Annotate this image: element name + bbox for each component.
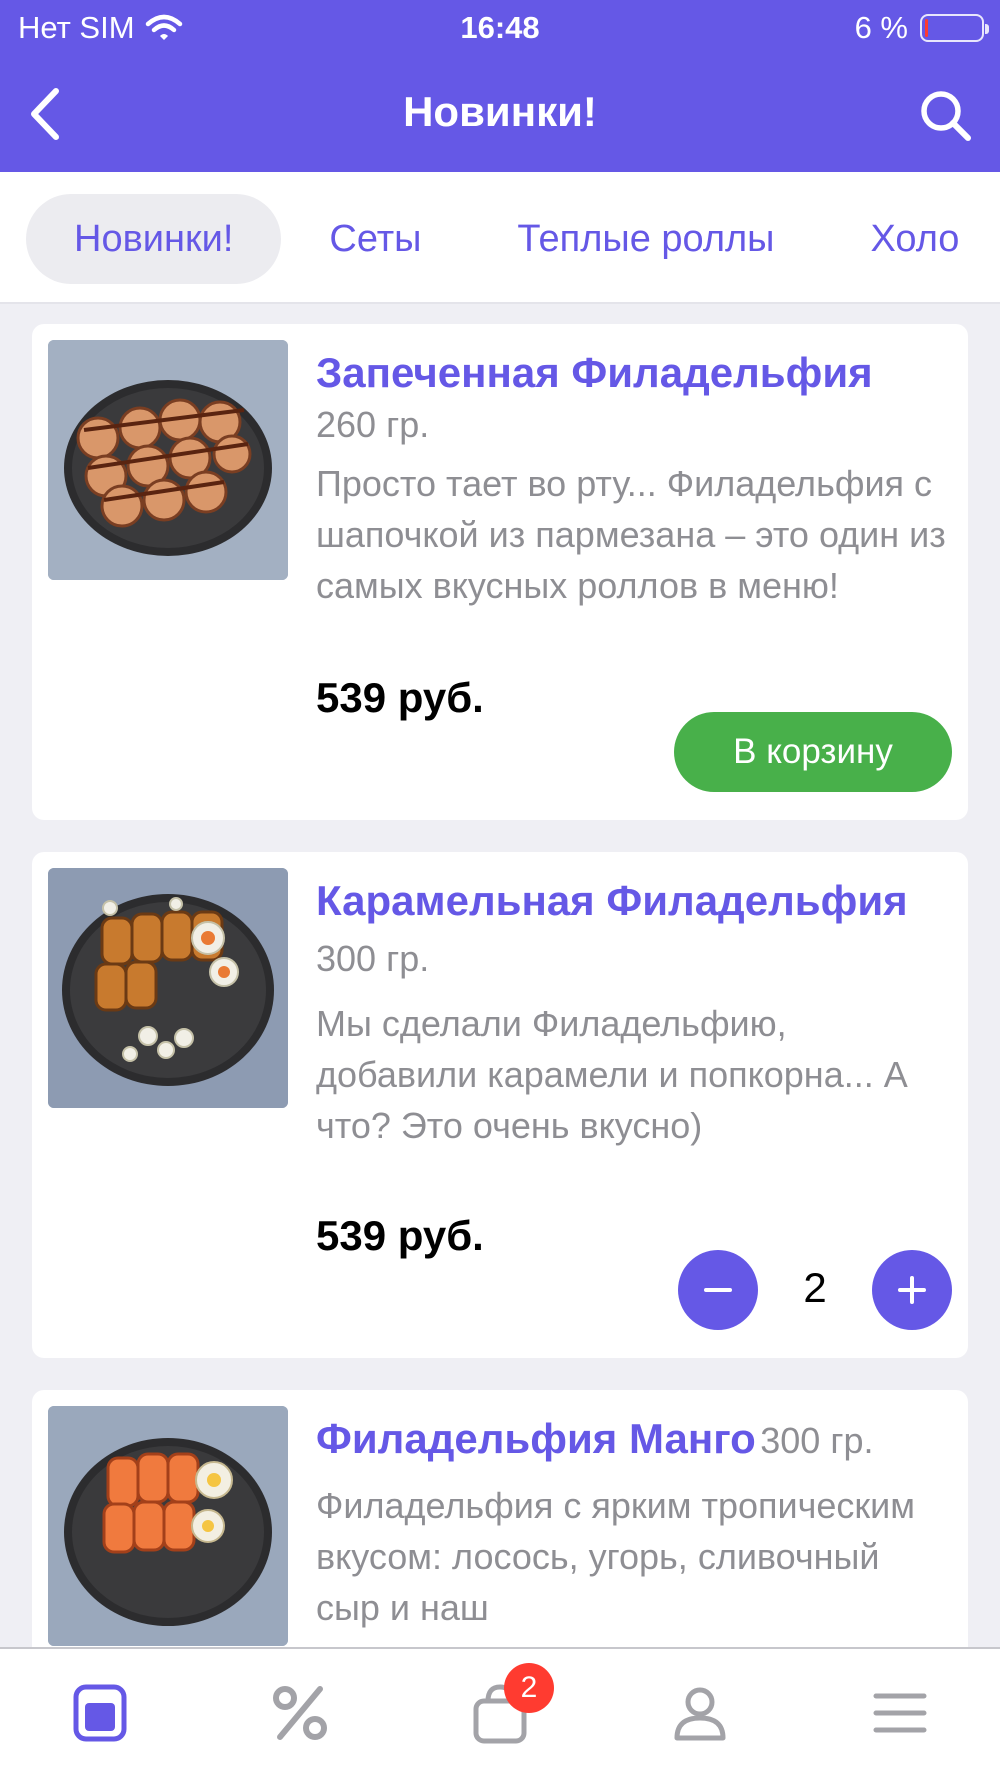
plus-icon <box>898 1276 926 1304</box>
percent-icon <box>273 1686 327 1740</box>
product-weight: 260 гр. <box>316 404 430 445</box>
battery-status: 6 % <box>854 10 989 46</box>
tab-new[interactable]: Новинки! <box>26 194 282 284</box>
product-card: Запеченная Филадельфия 260 гр. Просто та… <box>32 324 968 820</box>
chevron-left-icon <box>31 88 59 140</box>
tab-menu[interactable] <box>60 1673 140 1753</box>
page-title: Новинки! <box>403 88 597 135</box>
product-name: Карамельная Филадельфия <box>316 877 908 924</box>
cart-badge: 2 <box>504 1663 554 1713</box>
product-description: Мы сделали Филадельфию, добавили карамел… <box>316 1003 908 1146</box>
product-name: Филадельфия Манго <box>316 1415 756 1462</box>
battery-icon <box>920 14 989 42</box>
quantity-stepper: 2 <box>678 1250 952 1330</box>
tab-sets[interactable]: Сеты <box>281 194 469 284</box>
quantity-value: 2 <box>803 1264 827 1311</box>
product-description: Филадельфия с ярким тропическим вкусом: … <box>316 1485 915 1628</box>
search-button[interactable] <box>914 84 978 148</box>
top-bar: Нет SIM 16:48 6 % Новинки! <box>0 0 1000 172</box>
profile-icon <box>674 1687 726 1741</box>
product-weight: 300 гр. <box>316 938 430 979</box>
clock: 16:48 <box>460 10 540 45</box>
back-button[interactable] <box>14 84 74 144</box>
search-icon <box>921 91 971 141</box>
decrease-button[interactable] <box>678 1250 758 1330</box>
tab-more[interactable] <box>860 1673 940 1753</box>
product-image[interactable] <box>48 340 288 580</box>
battery-percent: 6 % <box>854 10 908 45</box>
bottom-tab-bar: 2 <box>0 1647 1000 1778</box>
add-to-cart-button[interactable]: В корзину <box>674 712 952 792</box>
product-card: Карамельная Филадельфия 300 гр. Мы сдела… <box>32 852 968 1358</box>
product-image[interactable] <box>48 868 288 1108</box>
product-price: 539 руб. <box>316 674 484 721</box>
minus-icon <box>704 1288 732 1292</box>
increase-button[interactable] <box>872 1250 952 1330</box>
tab-profile[interactable] <box>660 1673 740 1753</box>
tab-promotions[interactable] <box>260 1673 340 1753</box>
product-name: Запеченная Филадельфия <box>316 349 873 396</box>
status-bar: Нет SIM 16:48 6 % <box>0 0 1000 56</box>
tab-warm-rolls[interactable]: Теплые роллы <box>469 194 822 284</box>
menu-icon <box>73 1684 127 1742</box>
nav-bar: Новинки! <box>0 64 1000 164</box>
product-description: Просто тает во рту... Филадельфия с шапо… <box>316 463 946 606</box>
product-price: 539 руб. <box>316 1212 484 1259</box>
hamburger-icon <box>873 1693 927 1733</box>
category-tabs: Новинки! Сеты Теплые роллы Холо <box>0 172 1000 304</box>
product-card: Филадельфия Манго 300 гр. Филадельфия с … <box>32 1390 968 1670</box>
product-weight: 300 гр. <box>760 1420 874 1461</box>
tab-cold[interactable]: Холо <box>822 194 1000 284</box>
product-image[interactable] <box>48 1406 288 1646</box>
